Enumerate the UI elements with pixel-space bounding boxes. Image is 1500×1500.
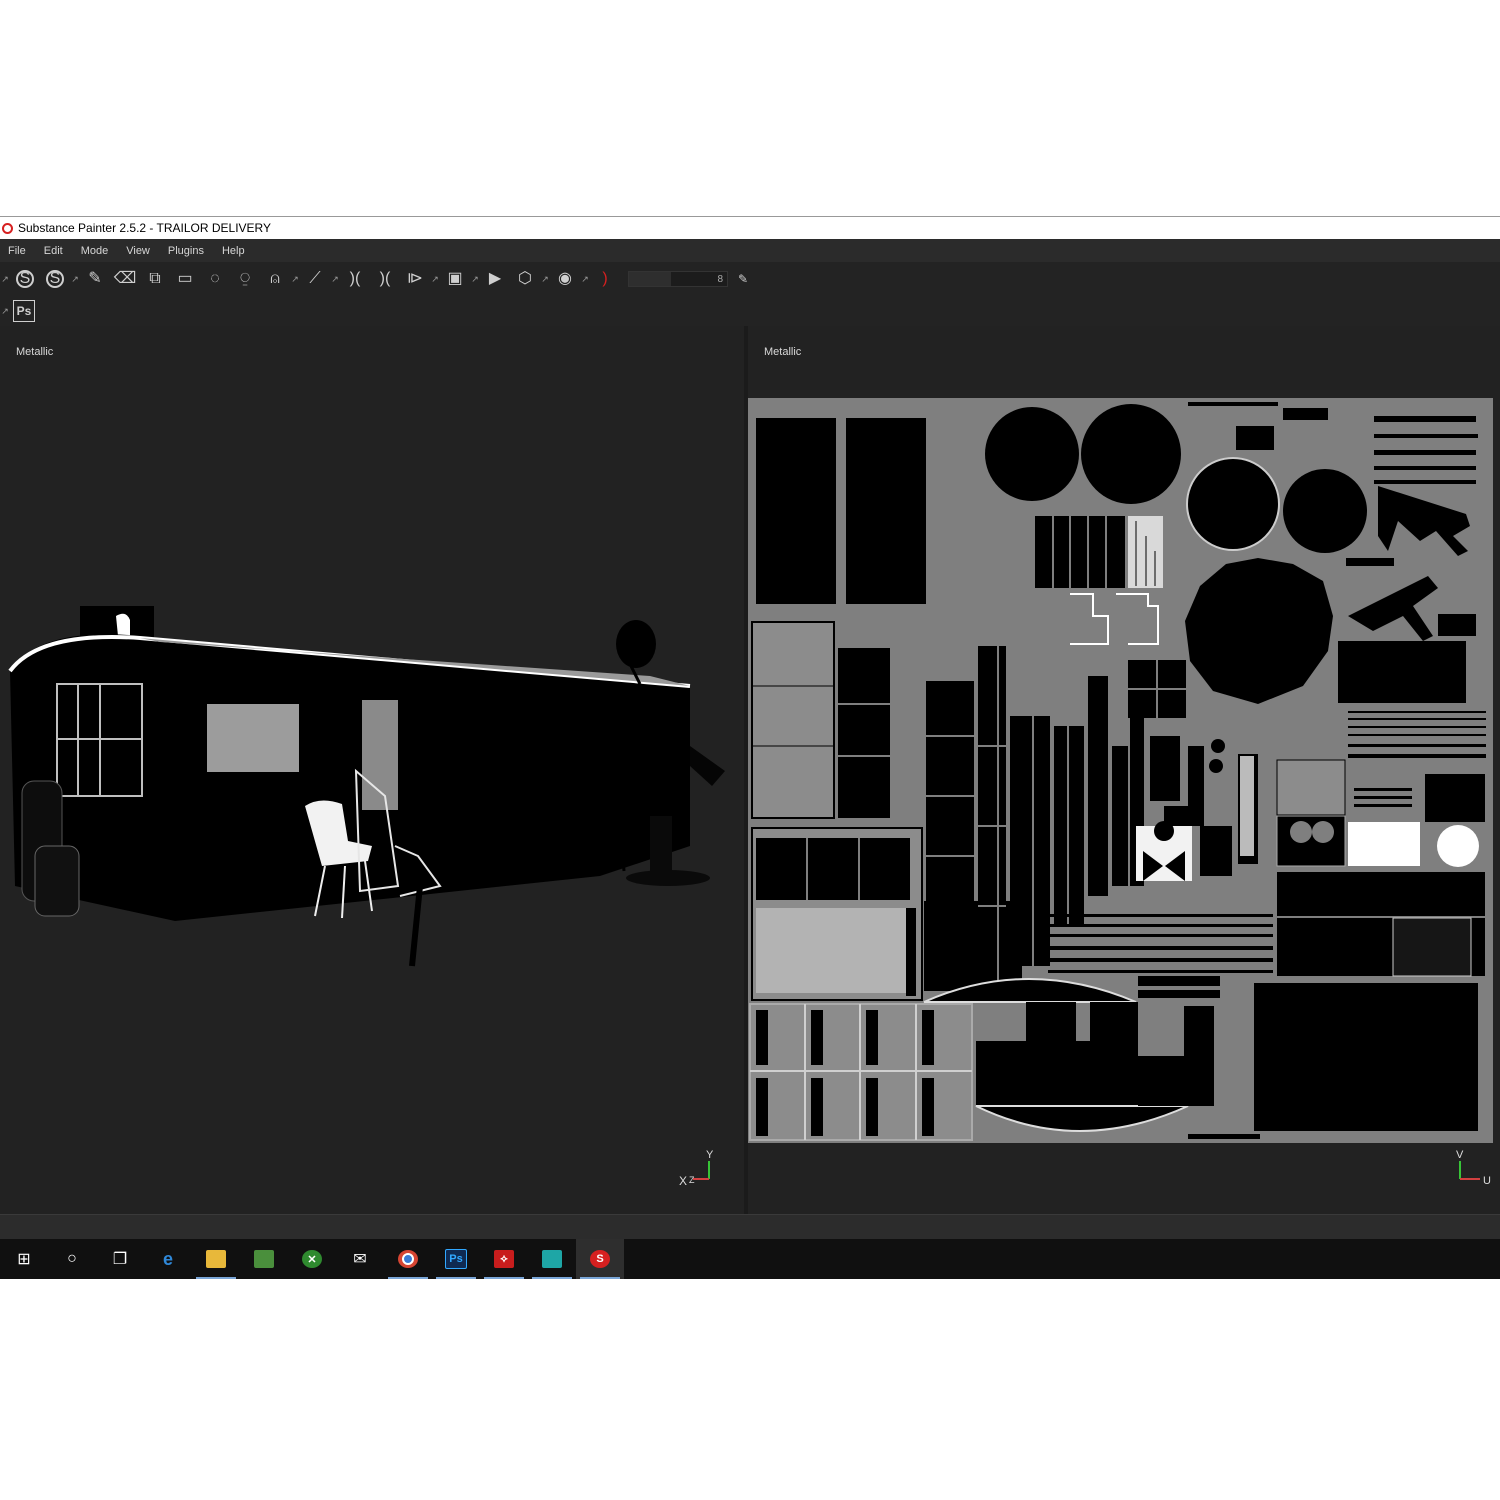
red-bracket-icon[interactable]: ) — [594, 268, 616, 290]
mirror-icon[interactable]: ⧐ — [404, 268, 426, 290]
substance-painter-window: Substance Painter 2.5.2 - TRAILOR DELIVE… — [0, 216, 1500, 1279]
screenshot-icon[interactable]: ◉ — [554, 268, 576, 290]
photoshop-export-button[interactable]: Ps — [13, 300, 35, 322]
clone-icon[interactable]: ⍜ — [234, 268, 256, 290]
maya-icon[interactable] — [528, 1239, 576, 1279]
acrobat-icon[interactable]: ⟡ — [480, 1239, 528, 1279]
projection-icon[interactable]: ⧉ — [144, 268, 166, 290]
propane-tank-2 — [34, 845, 80, 917]
axis-x-label: X — [679, 1174, 687, 1188]
windows-start-icon[interactable]: ⊞ — [0, 1239, 48, 1279]
popout-icon[interactable]: ↗ — [291, 268, 299, 290]
popout-icon[interactable]: ↗ — [581, 268, 589, 290]
menu-help[interactable]: Help — [222, 245, 245, 257]
pen-icon[interactable]: ✎ — [732, 268, 754, 290]
axis-y-label: Y — [706, 1149, 714, 1161]
side-window — [207, 704, 299, 772]
popout-icon[interactable]: ↗ — [471, 268, 479, 290]
popout-icon[interactable]: ↗ — [1, 268, 9, 290]
status-bar — [0, 1214, 1500, 1240]
substance-painter-logo-icon — [2, 222, 13, 234]
menu-mode[interactable]: Mode — [81, 245, 109, 257]
axis-v-label: V — [1456, 1149, 1464, 1161]
menu-file[interactable]: File — [8, 245, 26, 257]
symmetry-toggle-icon[interactable]: )( — [374, 268, 396, 290]
mail-icon[interactable]: ✉ — [336, 1239, 384, 1279]
symmetry-icon[interactable]: )( — [344, 268, 366, 290]
cube-icon[interactable]: ⬡ — [514, 268, 536, 290]
stand-pole — [409, 885, 423, 967]
windows-taskbar: ⊞ ○ ❐ e ✕ ✉ Ps ⟡ S — [0, 1239, 1500, 1279]
file-explorer-icon[interactable] — [192, 1239, 240, 1279]
popout-icon[interactable]: ↗ — [1, 300, 9, 322]
plugin-toolbar: ↗ Ps — [0, 296, 1500, 326]
substance-icon[interactable]: S — [44, 268, 66, 290]
xbox-icon[interactable]: ✕ — [288, 1239, 336, 1279]
axis-gizmo-uv: V U — [1456, 1149, 1491, 1187]
menu-view[interactable]: View — [126, 245, 150, 257]
cortana-icon[interactable]: ○ — [48, 1239, 96, 1279]
viewport-2d[interactable]: Metallic V U — [748, 326, 1500, 1214]
axis-gizmo-3d: Y X Z — [679, 1149, 714, 1188]
eraser-icon[interactable]: ⌫ — [114, 268, 137, 290]
material-picker-icon[interactable]: ⍝ — [264, 268, 286, 290]
viewport-3d[interactable]: Metallic Y X Z — [0, 326, 744, 1214]
paint-brush-icon[interactable]: ✎ — [84, 268, 106, 290]
title-bar: Substance Painter 2.5.2 - TRAILOR DELIVE… — [0, 216, 1500, 239]
jack-stand — [650, 816, 672, 876]
trailer-render: Y X Z — [8, 606, 725, 1188]
substance-logo-icon[interactable]: S — [14, 268, 36, 290]
popout-icon[interactable]: ↗ — [331, 268, 339, 290]
brush-size-value: 8 — [717, 273, 723, 285]
main-toolbar: ↗ S S ↗ ✎ ⌫ ⧉ ▭ ◌ ⍜ ⍝ ↗ ⟋ ↗ )( )( ⧐ ↗ ▣ … — [0, 262, 1500, 296]
window-title: Substance Painter 2.5.2 - TRAILOR DELIVE… — [18, 221, 272, 235]
popout-icon[interactable]: ↗ — [71, 268, 79, 290]
substance-painter-icon[interactable]: S — [576, 1239, 624, 1279]
uv-texture-map: V U — [748, 398, 1493, 1187]
smudge-icon[interactable]: ◌ — [204, 268, 226, 290]
polygon-fill-icon[interactable]: ▭ — [174, 268, 196, 290]
axis-z-label: Z — [689, 1175, 695, 1185]
satellite-dish — [616, 620, 656, 668]
edge-icon[interactable]: e — [144, 1239, 192, 1279]
menu-edit[interactable]: Edit — [44, 245, 63, 257]
photoshop-icon[interactable]: Ps — [432, 1239, 480, 1279]
camera-icon[interactable]: ▶ — [484, 268, 506, 290]
roof-vent-highlight — [116, 613, 130, 636]
menu-bar: File Edit Mode View Plugins Help — [0, 239, 1500, 262]
chrome-icon[interactable] — [384, 1239, 432, 1279]
door-window — [362, 700, 398, 810]
color-picker-icon[interactable]: ⟋ — [304, 268, 326, 290]
brush-size-slider[interactable]: 8 — [628, 271, 728, 287]
popout-icon[interactable]: ↗ — [541, 268, 549, 290]
menu-plugins[interactable]: Plugins — [168, 245, 204, 257]
viewport-mode-icon[interactable]: ▣ — [444, 268, 466, 290]
popout-icon[interactable]: ↗ — [431, 268, 439, 290]
axis-u-label: U — [1483, 1175, 1491, 1187]
task-view-icon[interactable]: ❐ — [96, 1239, 144, 1279]
green-app-icon[interactable] — [240, 1239, 288, 1279]
